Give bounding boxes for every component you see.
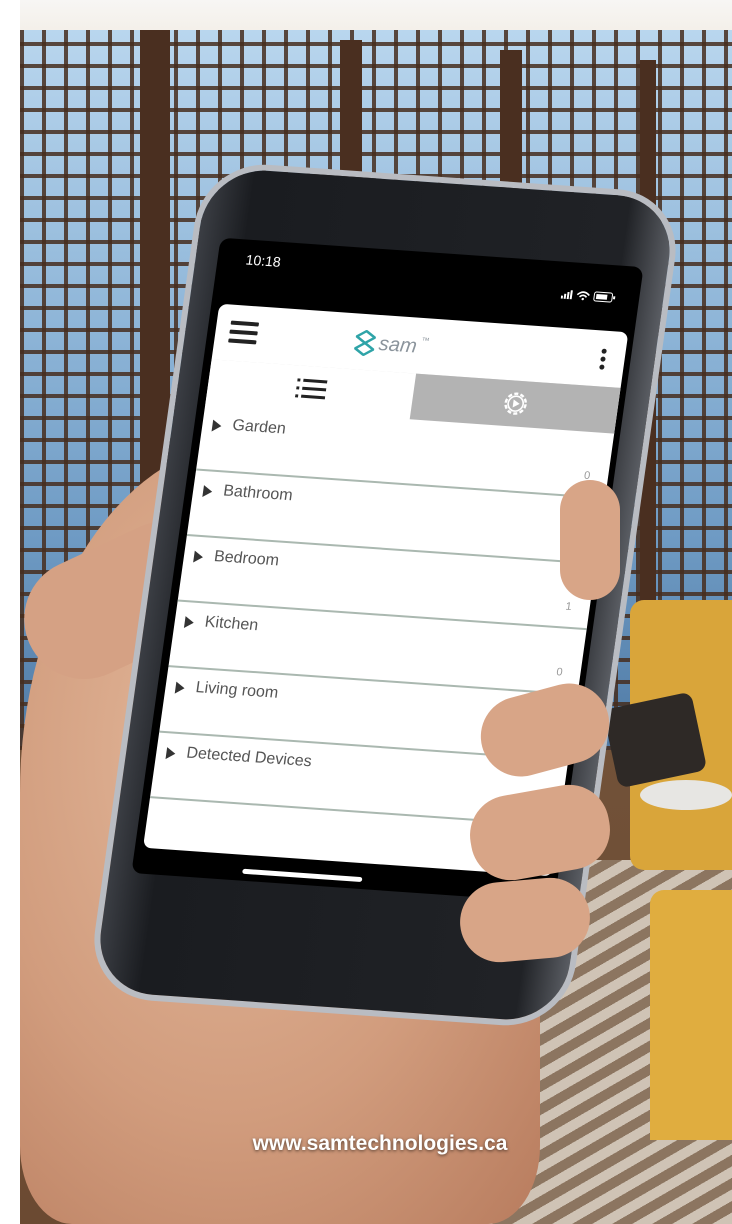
logo-text: sam	[377, 332, 419, 358]
expand-arrow-icon	[193, 550, 204, 564]
device-count: 1	[564, 600, 573, 614]
expand-arrow-icon	[165, 747, 177, 760]
gear-play-icon	[503, 392, 527, 415]
list-icon	[294, 378, 328, 400]
yellow-chair	[650, 890, 732, 1140]
sam-logo-icon	[352, 329, 378, 357]
device-count: 0	[555, 666, 564, 679]
room-label: Bedroom	[212, 548, 281, 570]
expand-arrow-icon	[202, 485, 213, 498]
room-label: Detected Devices	[185, 744, 313, 771]
left-margin	[0, 0, 20, 1224]
more-options-icon[interactable]	[599, 348, 608, 371]
side-table	[640, 780, 732, 810]
hamburger-menu-icon[interactable]	[228, 320, 260, 345]
signal-wifi-battery-icon	[560, 290, 616, 303]
home-indicator[interactable]	[242, 868, 363, 883]
sam-logo: sam ™	[352, 327, 431, 362]
room-label: Garden	[231, 417, 287, 438]
expand-arrow-icon	[183, 616, 195, 629]
website-url: www.samtechnologies.ca	[252, 1132, 508, 1155]
expand-arrow-icon	[211, 419, 223, 433]
expand-arrow-icon	[174, 681, 186, 695]
logo-tm: ™	[420, 335, 431, 346]
finger	[560, 480, 620, 600]
status-time: 10:18	[244, 251, 282, 270]
status-icons	[560, 288, 618, 307]
room-label: Bathroom	[222, 482, 294, 505]
room-label: Kitchen	[203, 613, 260, 635]
room-label: Living room	[194, 679, 280, 702]
